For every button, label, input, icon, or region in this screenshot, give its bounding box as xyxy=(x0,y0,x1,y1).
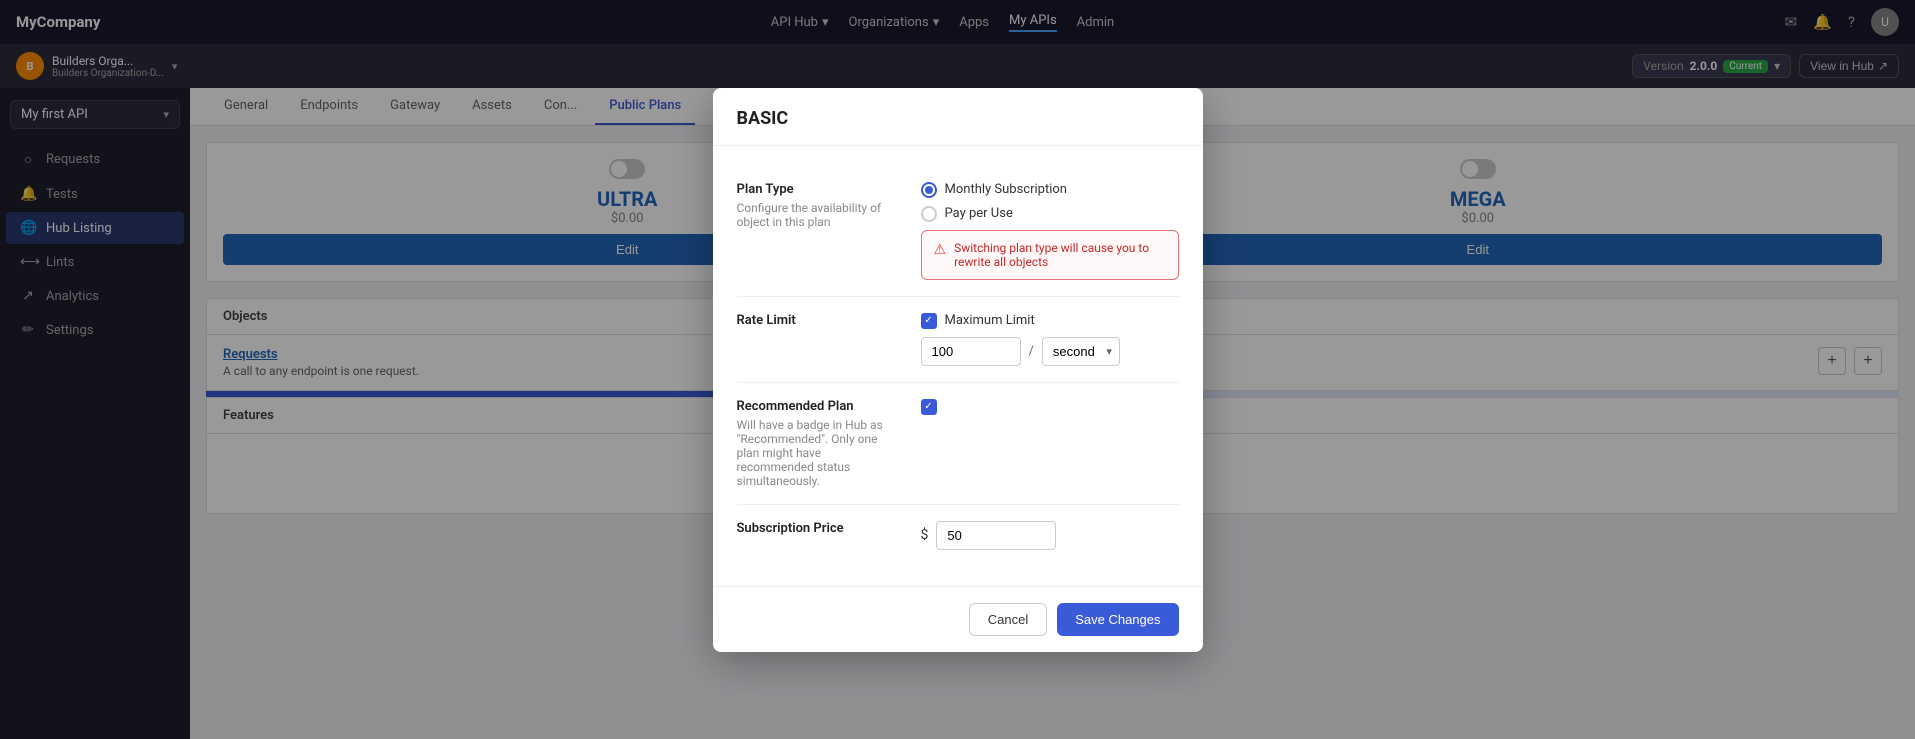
modal-row-rate-limit: Rate Limit ✓ Maximum Limit / xyxy=(737,313,1179,366)
price-input[interactable] xyxy=(936,521,1056,550)
modal-body: Plan Type Configure the availability of … xyxy=(713,146,1203,586)
rate-limit-input-row: / second minute hour day xyxy=(921,337,1179,366)
modal-section-price: Subscription Price $ xyxy=(737,505,1179,566)
plan-type-warning: ⚠ Switching plan type will cause you to … xyxy=(921,230,1179,280)
radio-pay-per-use[interactable]: Pay per Use xyxy=(921,206,1179,222)
plan-type-desc: Configure the availability of object in … xyxy=(737,201,897,229)
cancel-button[interactable]: Cancel xyxy=(969,603,1047,636)
rate-limit-label: Rate Limit xyxy=(737,313,897,328)
warning-text: Switching plan type will cause you to re… xyxy=(954,241,1165,269)
subscription-price-label: Subscription Price xyxy=(737,521,897,536)
rate-limit-unit-select-wrap: second minute hour day xyxy=(1042,337,1120,366)
price-input-row: $ xyxy=(921,521,1179,550)
radio-payperuse-label: Pay per Use xyxy=(945,206,1013,221)
modal-row-plan-type: Plan Type Configure the availability of … xyxy=(737,182,1179,280)
recommended-plan-label: Recommended Plan xyxy=(737,399,897,414)
modal-label-col-recommended: Recommended Plan Will have a badge in Hu… xyxy=(737,399,897,488)
modal-section-rate-limit: Rate Limit ✓ Maximum Limit / xyxy=(737,297,1179,383)
recommended-plan-checkbox[interactable]: ✓ xyxy=(921,399,937,415)
modal-input-col-price: $ xyxy=(921,521,1179,550)
modal-input-col-recommended: ✓ xyxy=(921,399,1179,415)
rate-limit-value-input[interactable] xyxy=(921,337,1021,366)
price-symbol: $ xyxy=(921,527,929,543)
modal-label-col-price: Subscription Price xyxy=(737,521,897,540)
save-changes-button[interactable]: Save Changes xyxy=(1057,603,1178,636)
rate-limit-checkbox-wrap: ✓ Maximum Limit xyxy=(921,313,1179,329)
modal-footer: Cancel Save Changes xyxy=(713,586,1203,652)
modal-input-col-rate-limit: ✓ Maximum Limit / second minute xyxy=(921,313,1179,366)
rate-limit-separator: / xyxy=(1029,344,1034,359)
warning-icon: ⚠ xyxy=(934,242,947,258)
modal-overlay[interactable]: BASIC Plan Type Configure the availabili… xyxy=(0,0,1915,739)
modal-section-recommended: Recommended Plan Will have a badge in Hu… xyxy=(737,383,1179,505)
modal-input-col-plan-type: Monthly Subscription Pay per Use ⚠ Switc… xyxy=(921,182,1179,280)
radio-monthly[interactable]: Monthly Subscription xyxy=(921,182,1179,198)
modal-row-price: Subscription Price $ xyxy=(737,521,1179,550)
radio-monthly-circle xyxy=(921,182,937,198)
modal-dialog: BASIC Plan Type Configure the availabili… xyxy=(713,88,1203,652)
checkmark-icon: ✓ xyxy=(924,401,932,412)
rate-limit-unit-select[interactable]: second minute hour day xyxy=(1042,337,1120,366)
rate-limit-checkbox[interactable]: ✓ xyxy=(921,313,937,329)
modal-label-col-rate-limit: Rate Limit xyxy=(737,313,897,332)
plan-type-label: Plan Type xyxy=(737,182,897,197)
modal-section-plan-type: Plan Type Configure the availability of … xyxy=(737,166,1179,297)
radio-payperuse-circle xyxy=(921,206,937,222)
max-limit-label: Maximum Limit xyxy=(945,313,1035,328)
radio-monthly-label: Monthly Subscription xyxy=(945,182,1067,197)
checkmark-icon: ✓ xyxy=(924,315,932,326)
modal-row-recommended: Recommended Plan Will have a badge in Hu… xyxy=(737,399,1179,488)
modal-title: BASIC xyxy=(713,88,1203,146)
modal-label-col-plan-type: Plan Type Configure the availability of … xyxy=(737,182,897,229)
recommended-plan-desc: Will have a badge in Hub as "Recommended… xyxy=(737,418,897,488)
